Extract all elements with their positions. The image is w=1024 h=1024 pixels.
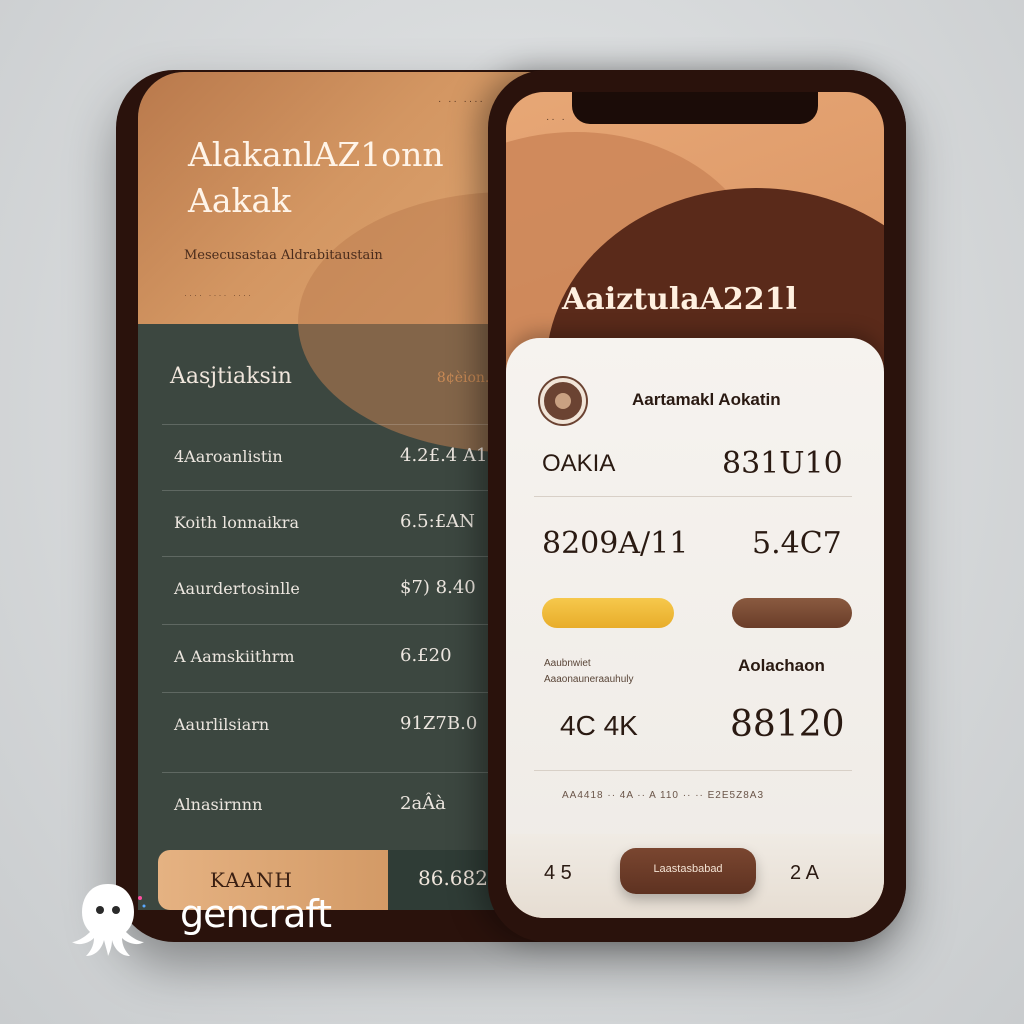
divider [534,496,852,497]
card-note-line-1: Aaubnwiet [544,658,591,669]
list-item-value: 91Z7B.0 [400,713,478,734]
list-item-label: Aaurlilsiarn [174,715,270,734]
front-phone-screen: ·· · AaiztulaA221l Aartamakl Aokatin OAK… [506,92,884,918]
card-total: 88120 [730,704,845,745]
title-line-1: AlakanlAZ1onn [188,135,444,174]
octopus-icon [72,884,146,956]
card-footnote: AA4418 ·· 4A ·· A 110 ·· ·· E2E5Z8A3 [562,790,765,801]
list-item-value: 4.2£.4 A10 [400,445,499,466]
status-indicators: · ·· ···· [438,96,485,107]
list-item-label: Aaurdertosinlle [174,579,300,598]
card-range: 8209A/11 [542,526,689,561]
phone-notch [572,92,818,124]
list-item-label: Alnasirnnn [174,795,263,814]
list-header-label: Aasjtiaksin [170,364,292,389]
list-item-value: 2aÂà [400,793,446,814]
card-note-line-2: Aaaonauneraauhuly [544,674,634,685]
watermark-brand: gencraft [180,892,332,936]
nav-right-control[interactable]: 2 A [790,862,819,885]
title-line-2: Aakak [188,181,292,220]
card-ratio: 5.4C7 [752,526,842,561]
hero-caption: ···· ···· ···· [184,290,253,300]
page-subtitle: Mesecusastaa Aldrabitaustain [184,248,383,263]
card-amount: 831U10 [722,446,843,481]
total-value: 86.682 [418,866,488,890]
card-code: OAKIA [542,450,616,477]
card-title: Aartamakl Aokatin [632,390,781,409]
confirm-button-label: Laastasbabad [653,863,723,875]
gold-progress-bar [542,598,674,628]
brown-progress-bar [732,598,852,628]
page-title: AlakanlAZ1onn Aakak [188,132,518,224]
confirm-button[interactable]: Laastasbabad [620,848,756,894]
list-item-value: 6.5:£AN [400,511,475,532]
nav-left-control[interactable]: 4 5 [544,862,572,885]
list-item-value: 6.£20 [400,645,452,666]
status-indicators: ·· · [546,114,567,125]
divider [534,770,852,771]
bottom-nav-bar: 4 5 Laastasbabad 2 A [506,834,884,918]
list-item-label: Koith lonnaikra [174,513,299,532]
card-right-label: Aolachaon [738,656,825,675]
card-count: 4C 4K [560,710,638,741]
coin-icon [540,378,586,424]
list-item-value: $7) 8.40 [400,577,476,598]
list-item-label: 4Aaroanlistin [174,447,283,466]
details-card: Aartamakl Aokatin OAKIA 831U10 8209A/11 … [506,338,884,918]
screen-heading: AaiztulaA221l [562,282,797,317]
list-header: Aasjtiaksin 8¢èion. 2a8 [170,364,520,404]
primary-action-label: KAANH [210,868,293,892]
list-item-label: A Aamskiithrm [174,647,295,666]
